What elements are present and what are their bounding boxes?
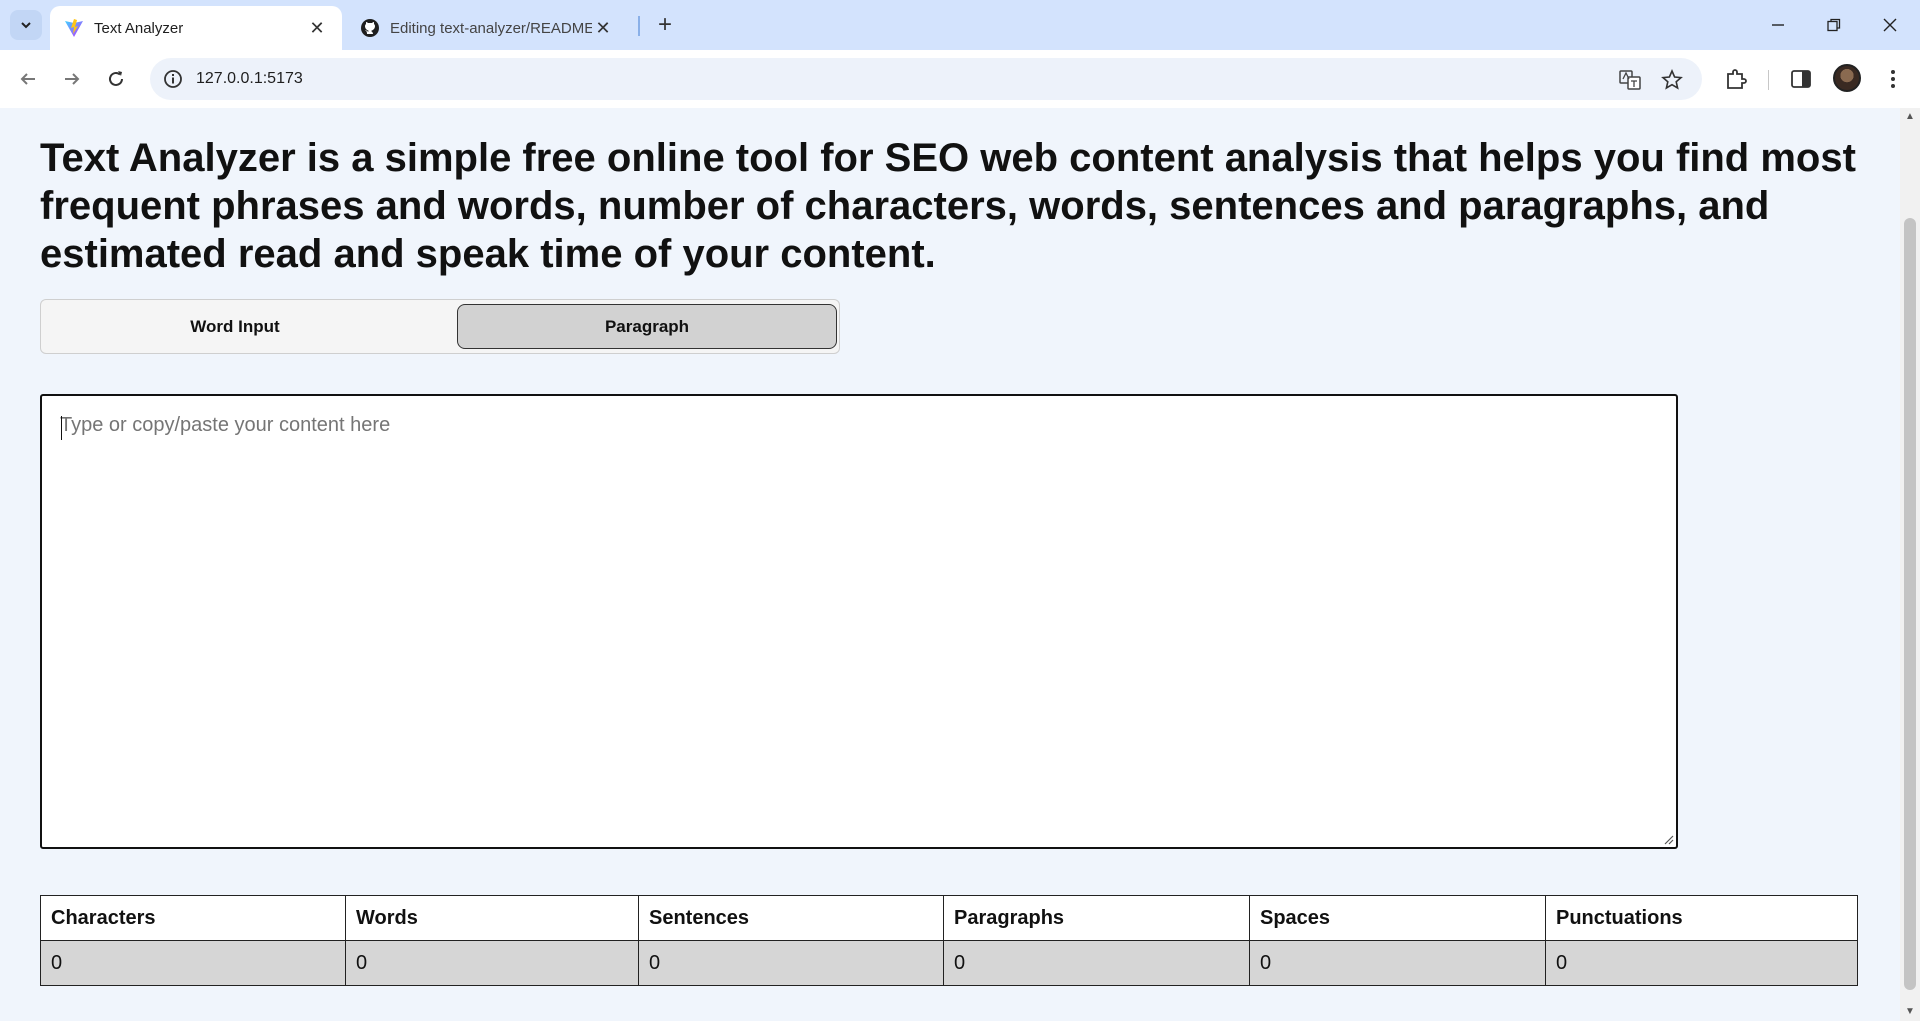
resize-grip-icon[interactable] — [1662, 833, 1674, 845]
tab-github-readme[interactable]: Editing text-analyzer/README.md ✕ — [346, 6, 628, 50]
scroll-down-arrow-icon[interactable]: ▼ — [1905, 1007, 1915, 1017]
tab-title: Text Analyzer — [94, 19, 184, 37]
plus-icon: + — [657, 11, 672, 38]
tab-strip: Text Analyzer ✕ Editing text-analyzer/RE… — [0, 0, 1920, 50]
tab-text-analyzer[interactable]: Text Analyzer ✕ — [50, 6, 342, 50]
address-bar[interactable]: 127.0.0.1:5173 — [150, 58, 1702, 100]
close-icon — [1883, 18, 1897, 32]
value-punctuations: 0 — [1545, 940, 1858, 986]
browser-toolbar: 127.0.0.1:5173 — [0, 50, 1920, 108]
page-viewport: Text Analyzer is a simple free online to… — [0, 108, 1920, 1021]
back-button[interactable] — [12, 63, 44, 95]
chevron-down-icon — [21, 22, 31, 29]
scrollbar-thumb[interactable] — [1904, 218, 1916, 990]
arrow-left-icon — [20, 73, 35, 85]
more-vertical-icon — [1891, 70, 1895, 88]
close-tab-icon[interactable]: ✕ — [592, 17, 614, 39]
mode-toggle: Word Input Paragraph — [40, 299, 840, 354]
header-punctuations: Punctuations — [1545, 895, 1858, 941]
tab-separator — [638, 16, 640, 36]
bookmark-star-icon[interactable] — [1660, 68, 1684, 92]
page-scrollbar[interactable]: ▲ ▼ — [1900, 108, 1920, 1021]
github-logo-icon — [361, 19, 379, 37]
profile-avatar[interactable] — [1833, 64, 1861, 92]
header-spaces: Spaces — [1249, 895, 1546, 941]
minimize-button[interactable] — [1750, 0, 1806, 50]
url-text[interactable]: 127.0.0.1:5173 — [196, 70, 303, 88]
stats-table: Characters Words Sentences Paragraphs Sp… — [40, 895, 1858, 986]
translate-icon[interactable] — [1618, 68, 1642, 92]
header-words: Words — [345, 895, 639, 941]
content-textarea-wrapper — [40, 394, 1678, 849]
minimize-icon — [1772, 24, 1784, 26]
header-characters: Characters — [40, 895, 346, 941]
header-paragraphs: Paragraphs — [943, 895, 1250, 941]
paragraph-tab[interactable]: Paragraph — [457, 304, 837, 349]
restore-icon — [1827, 18, 1841, 32]
extensions-button[interactable] — [1722, 65, 1750, 93]
value-characters: 0 — [40, 940, 346, 986]
reload-button[interactable] — [100, 63, 132, 95]
value-spaces: 0 — [1249, 940, 1546, 986]
puzzle-icon — [1727, 69, 1747, 89]
value-sentences: 0 — [638, 940, 944, 986]
stats-header-row: Characters Words Sentences Paragraphs Sp… — [40, 895, 1858, 941]
chrome-menu-button[interactable] — [1879, 65, 1907, 93]
page-headline: Text Analyzer is a simple free online to… — [40, 136, 1856, 276]
side-panel-button[interactable] — [1787, 65, 1815, 93]
close-tab-icon[interactable]: ✕ — [306, 17, 328, 39]
reload-icon — [109, 71, 123, 86]
side-panel-icon — [1791, 70, 1811, 88]
scroll-up-arrow-icon[interactable]: ▲ — [1905, 112, 1915, 122]
toolbar-divider — [1768, 70, 1769, 90]
word-input-tab[interactable]: Word Input — [45, 304, 425, 349]
value-paragraphs: 0 — [943, 940, 1250, 986]
arrow-right-icon — [65, 73, 80, 85]
tab-title: Editing text-analyzer/README.md — [390, 19, 592, 37]
content-textarea[interactable] — [42, 396, 1676, 847]
forward-button[interactable] — [56, 63, 88, 95]
vite-logo-icon — [65, 19, 83, 37]
tab-search-button[interactable] — [10, 10, 42, 40]
text-caret — [61, 416, 62, 440]
stats-value-row: 0 0 0 0 0 0 — [40, 940, 1858, 986]
site-info-icon[interactable] — [162, 68, 184, 90]
header-sentences: Sentences — [638, 895, 944, 941]
close-window-button[interactable] — [1862, 0, 1918, 50]
new-tab-button[interactable]: + — [650, 10, 680, 40]
restore-button[interactable] — [1806, 0, 1862, 50]
value-words: 0 — [345, 940, 639, 986]
